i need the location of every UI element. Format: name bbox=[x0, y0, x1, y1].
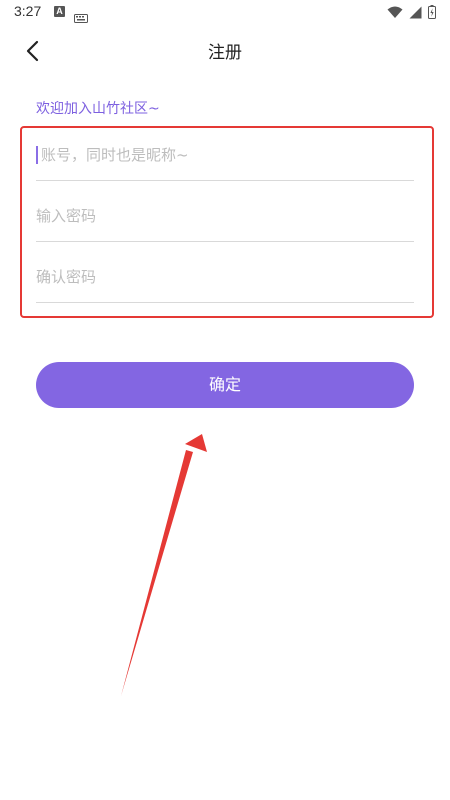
account-input[interactable] bbox=[36, 130, 419, 180]
status-bar: 3:27 A bbox=[0, 0, 450, 24]
status-time: 3:27 bbox=[14, 3, 42, 19]
status-icons bbox=[387, 4, 436, 23]
battery-icon bbox=[428, 4, 436, 23]
account-field-wrapper bbox=[36, 130, 419, 181]
password-input[interactable] bbox=[36, 191, 414, 241]
arrow-shaft bbox=[121, 450, 193, 696]
register-screen: 3:27 A 注册 欢迎加入山竹社区~ 账号，同时也是昵称~ 确定 bbox=[0, 0, 450, 800]
text-caret bbox=[36, 146, 38, 164]
header: 注册 bbox=[0, 24, 450, 76]
confirm-password-input[interactable] bbox=[36, 252, 414, 302]
arrow-head bbox=[185, 434, 207, 452]
page-title: 注册 bbox=[208, 43, 242, 63]
confirm-button[interactable]: 确定 bbox=[36, 362, 414, 408]
wifi-icon bbox=[387, 4, 403, 23]
welcome-text: 欢迎加入山竹社区~ bbox=[36, 101, 160, 117]
password-field-wrapper bbox=[36, 191, 414, 242]
notification-a-icon: A bbox=[54, 6, 65, 17]
confirm-password-field-wrapper bbox=[36, 252, 414, 303]
signal-icon bbox=[409, 4, 422, 23]
